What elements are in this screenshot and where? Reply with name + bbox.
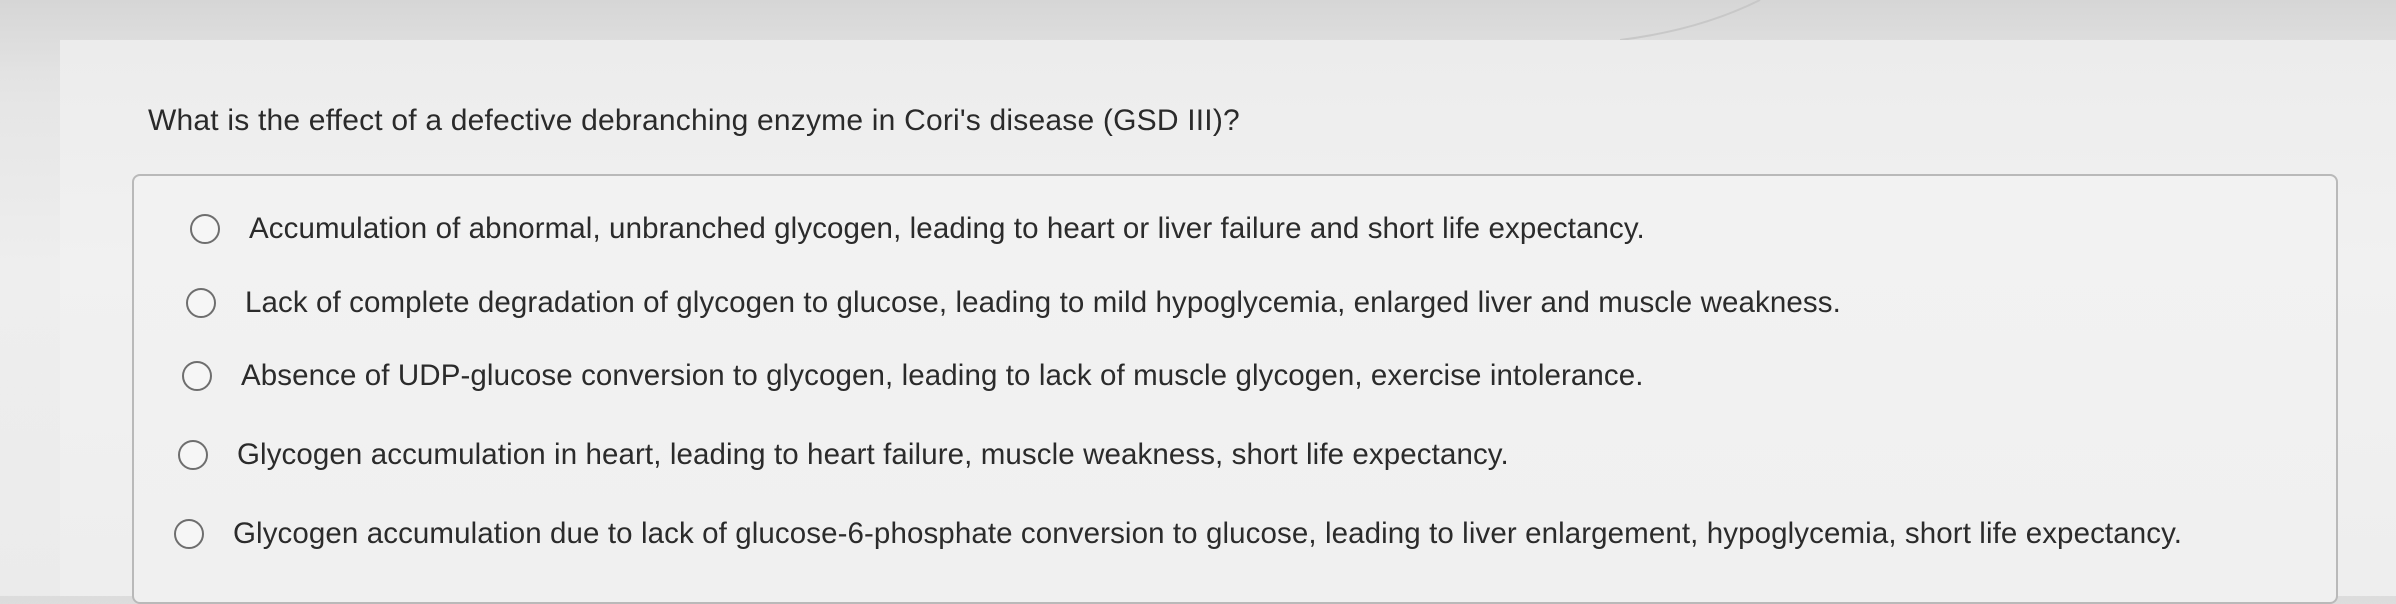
answer-option-2[interactable]: Lack of complete degradation of glycogen… bbox=[186, 286, 1841, 320]
radio-button-icon[interactable] bbox=[190, 214, 220, 244]
answer-option-5[interactable]: Glycogen accumulation due to lack of glu… bbox=[174, 517, 2182, 551]
answer-option-3[interactable]: Absence of UDP-glucose conversion to gly… bbox=[182, 359, 1644, 393]
radio-button-icon[interactable] bbox=[174, 519, 204, 549]
answer-option-label[interactable]: Glycogen accumulation due to lack of glu… bbox=[233, 517, 2182, 551]
answer-option-label[interactable]: Absence of UDP-glucose conversion to gly… bbox=[241, 359, 1644, 393]
answer-option-1[interactable]: Accumulation of abnormal, unbranched gly… bbox=[190, 212, 1645, 246]
radio-button-icon[interactable] bbox=[186, 288, 216, 318]
radio-button-icon[interactable] bbox=[182, 361, 212, 391]
answer-option-label[interactable]: Glycogen accumulation in heart, leading … bbox=[237, 438, 1509, 472]
answer-option-4[interactable]: Glycogen accumulation in heart, leading … bbox=[178, 438, 1509, 472]
radio-button-icon[interactable] bbox=[178, 440, 208, 470]
answer-option-label[interactable]: Lack of complete degradation of glycogen… bbox=[245, 286, 1841, 320]
question-text: What is the effect of a defective debran… bbox=[148, 104, 1240, 137]
answer-option-label[interactable]: Accumulation of abnormal, unbranched gly… bbox=[249, 212, 1645, 246]
